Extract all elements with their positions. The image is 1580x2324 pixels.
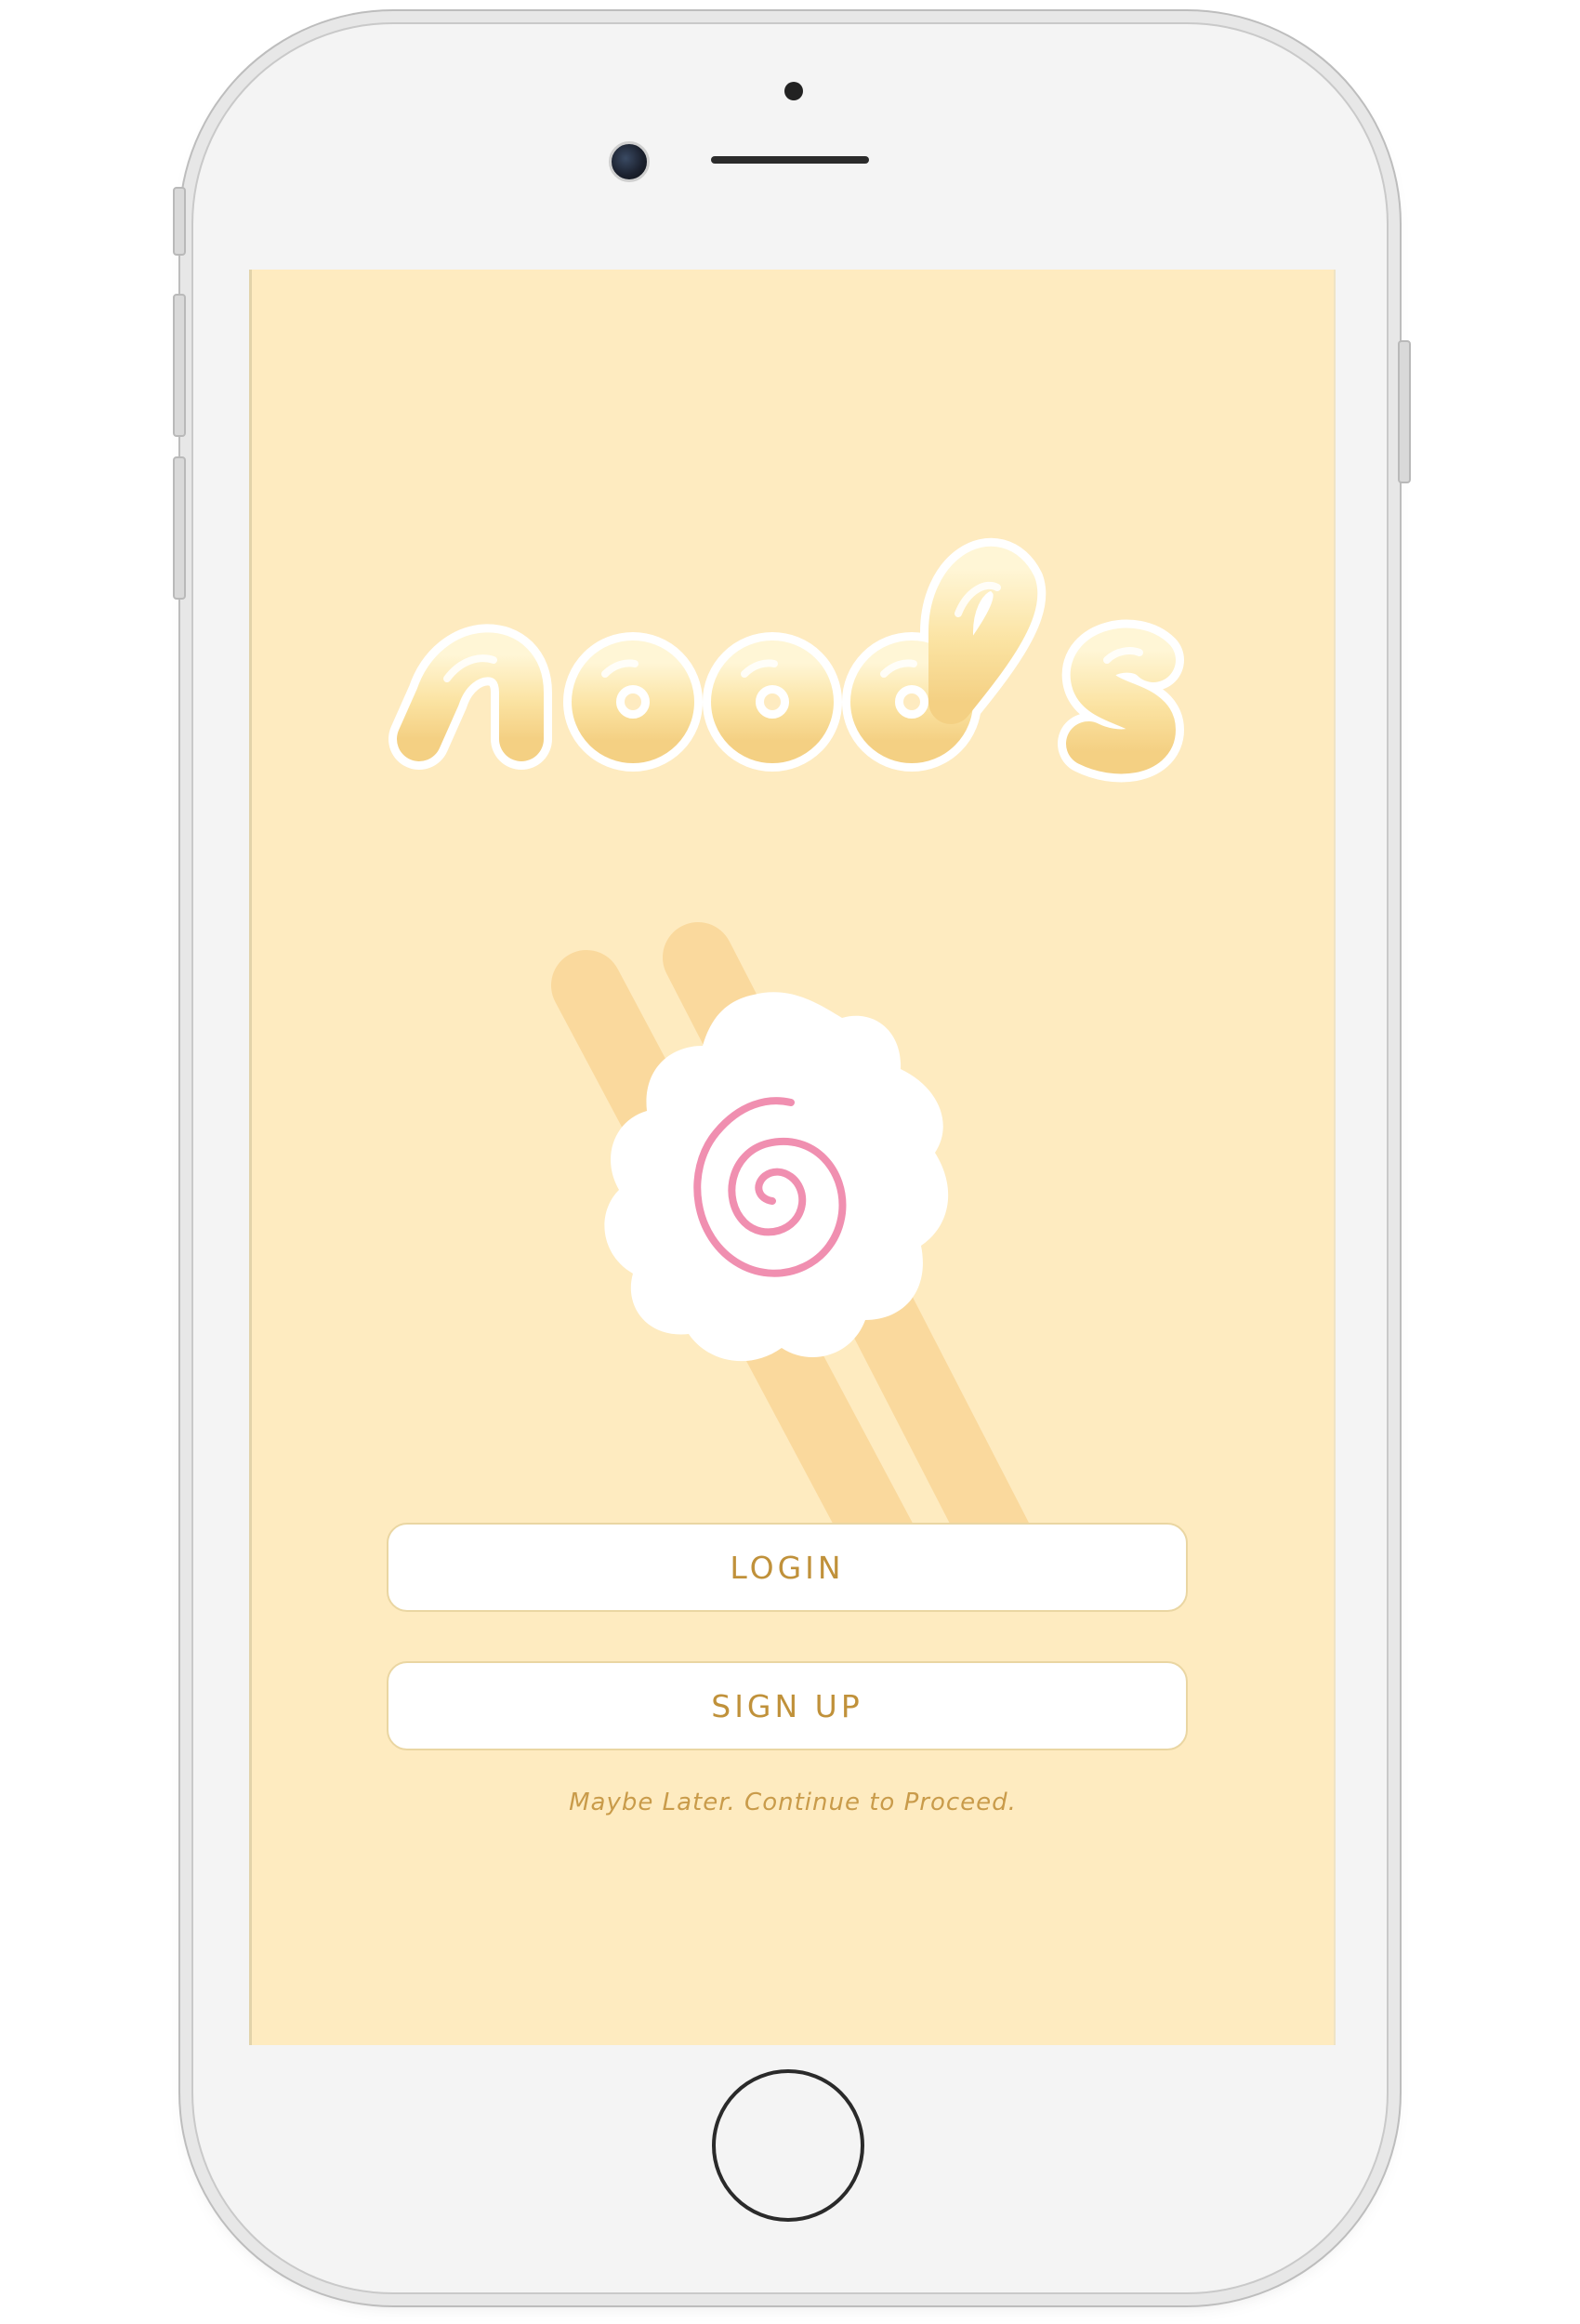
app-screen: LOGIN SIGN UP Maybe Later. Continue to P… <box>249 270 1336 2045</box>
front-camera-icon <box>609 141 650 182</box>
device-mockup: LOGIN SIGN UP Maybe Later. Continue to P… <box>0 0 1580 2324</box>
continue-without-account-link[interactable]: Maybe Later. Continue to Proceed. <box>252 1789 1334 1816</box>
volume-down-button <box>173 456 186 600</box>
mute-switch <box>173 187 186 256</box>
app-logo <box>382 502 1200 799</box>
home-button <box>712 2069 864 2222</box>
noods-logo-icon <box>388 538 1184 783</box>
signup-button-label: SIGN UP <box>711 1687 863 1724</box>
volume-up-button <box>173 294 186 437</box>
signup-button[interactable]: SIGN UP <box>387 1661 1188 1750</box>
power-button <box>1398 340 1411 483</box>
login-button-label: LOGIN <box>730 1549 845 1586</box>
phone-frame: LOGIN SIGN UP Maybe Later. Continue to P… <box>173 24 1411 2292</box>
login-button[interactable]: LOGIN <box>387 1523 1188 1612</box>
proximity-sensor <box>784 82 803 100</box>
earpiece-speaker <box>711 156 869 164</box>
